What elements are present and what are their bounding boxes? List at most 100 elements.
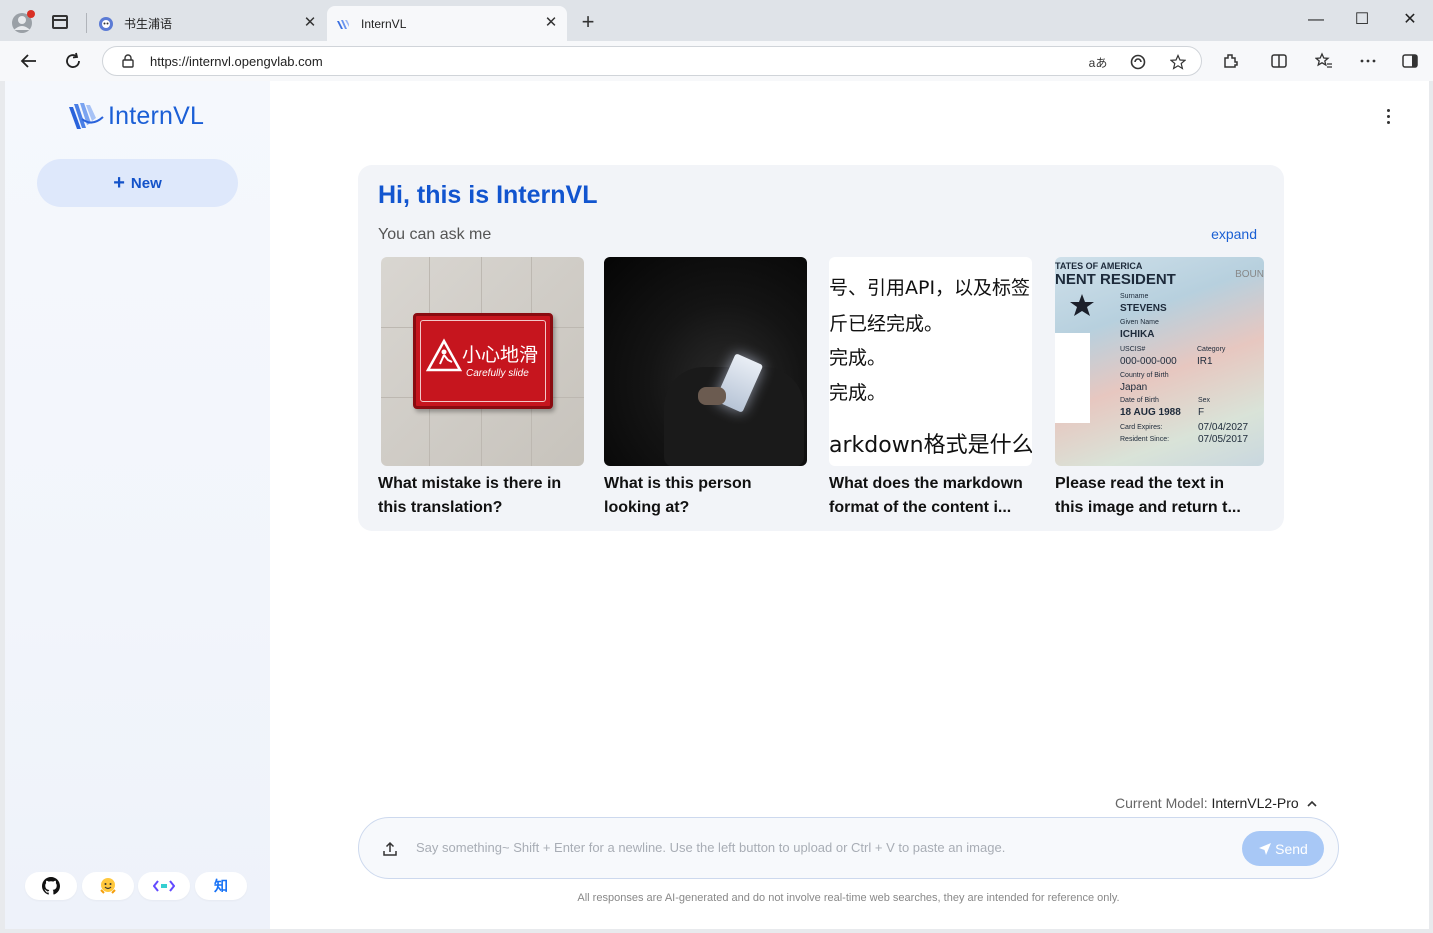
zhihu-icon: 知 xyxy=(214,878,228,894)
extensions-icon[interactable] xyxy=(1220,50,1242,72)
close-tab-icon[interactable]: ✕ xyxy=(543,15,559,31)
modelscope-icon xyxy=(153,880,175,892)
address-bar[interactable]: https://internvl.opengvlab.com aあ xyxy=(102,46,1202,76)
card-question-line: this image and return t... xyxy=(1055,499,1241,516)
card-question-line: looking at? xyxy=(604,499,690,516)
image-text-line: 完成。 xyxy=(829,347,887,369)
model-value[interactable]: InternVL2-Pro xyxy=(1211,795,1298,811)
card-text: Card Expires: xyxy=(1120,424,1163,431)
url-text[interactable]: https://internvl.opengvlab.com xyxy=(150,54,323,69)
sidebar-toggle-icon[interactable] xyxy=(1399,50,1421,72)
model-label: Current Model: xyxy=(1115,795,1208,811)
card-question-line: What is this person xyxy=(604,475,752,492)
card-question-line: Please read the text in xyxy=(1055,475,1224,492)
sign-chinese-text: 小心地滑 xyxy=(462,344,539,366)
internvl-logo-icon xyxy=(69,103,104,129)
chevron-up-icon[interactable] xyxy=(1306,800,1317,808)
suggestion-card-person[interactable]: What is this person looking at? xyxy=(604,257,814,520)
more-options-icon[interactable] xyxy=(1386,109,1392,125)
split-screen-icon[interactable] xyxy=(1268,50,1290,72)
tab-separator xyxy=(86,13,87,33)
card-question: What does the markdown format of the con… xyxy=(829,472,1039,520)
card-text: TATES OF AMERICA xyxy=(1055,261,1143,271)
tab-internvl[interactable]: InternVL ✕ xyxy=(327,6,567,41)
new-button-label: New xyxy=(130,174,162,192)
image-text-line: 号、引用API，以及标签 xyxy=(829,277,1031,299)
card-text: Category xyxy=(1197,346,1226,353)
suggestion-card-markdown[interactable]: 号、引用API，以及标签 斤已经完成。 完成。 完成。 arkdown格式是什么… xyxy=(829,257,1039,520)
image-text-line: 完成。 xyxy=(829,382,887,404)
card-question-line: What mistake is there in xyxy=(378,475,562,492)
person-phone-image xyxy=(604,257,807,466)
maximize-icon[interactable]: ☐ xyxy=(1352,10,1372,30)
github-link[interactable] xyxy=(25,872,77,900)
favorites-icon[interactable] xyxy=(1313,50,1335,72)
internvl-logo[interactable]: InternVL xyxy=(68,99,204,133)
star-icon xyxy=(1070,294,1094,316)
card-text: BOUN xyxy=(1235,269,1264,280)
expand-link[interactable]: expand xyxy=(1211,226,1257,242)
send-icon xyxy=(1259,842,1272,855)
card-text: Resident Since: xyxy=(1120,436,1170,443)
chat-input-box[interactable]: Say something~ Shift + Enter for a newli… xyxy=(358,817,1339,879)
more-menu-icon[interactable] xyxy=(1357,50,1379,72)
huggingface-icon xyxy=(100,878,116,894)
new-tab-icon[interactable]: + xyxy=(578,11,598,33)
browser-toolbar: https://internvl.opengvlab.com aあ xyxy=(0,41,1433,81)
card-text: 07/04/2027 xyxy=(1198,422,1249,433)
suggestion-card-translation[interactable]: 小心地滑 Carefully slide What mistake is the… xyxy=(378,257,588,520)
card-text: Japan xyxy=(1120,382,1148,393)
model-selector[interactable]: Current Model: InternVL2-Pro xyxy=(1115,795,1317,811)
card-question-line: format of the content i... xyxy=(829,499,1012,516)
zhihu-link[interactable]: 知 xyxy=(195,872,247,900)
card-text: Country of Birth xyxy=(1120,372,1169,379)
modelscope-link[interactable] xyxy=(138,872,190,900)
new-chat-button[interactable]: + New xyxy=(37,159,238,207)
suggestion-card-green-card[interactable]: TATES OF AMERICA NENT RESIDENT BOUN Surn… xyxy=(1055,257,1265,520)
back-icon[interactable] xyxy=(18,50,40,72)
edge-refresh-icon[interactable] xyxy=(1128,52,1148,72)
read-aloud-icon[interactable]: aあ xyxy=(1088,52,1108,72)
card-text: Sex xyxy=(1198,397,1211,404)
card-question: Please read the text in this image and r… xyxy=(1055,472,1265,520)
greeting-title: Hi, this is InternVL xyxy=(378,181,598,209)
send-button[interactable]: Send xyxy=(1242,831,1324,866)
sign-english-text: Carefully slide xyxy=(466,368,529,379)
close-window-icon[interactable]: ✕ xyxy=(1400,10,1420,30)
huggingface-link[interactable] xyxy=(82,872,134,900)
tab-title: 书生浦语 xyxy=(124,17,173,31)
green-card-image: TATES OF AMERICA NENT RESIDENT BOUN Surn… xyxy=(1055,257,1264,466)
card-question: What is this person looking at? xyxy=(604,472,814,520)
card-text: Date of Birth xyxy=(1120,397,1159,404)
card-question-line: this translation? xyxy=(378,499,503,516)
refresh-icon[interactable] xyxy=(62,50,84,72)
ai-disclaimer: All responses are AI-generated and do no… xyxy=(577,892,1120,904)
profile-avatar-icon[interactable] xyxy=(10,9,36,35)
send-label: Send xyxy=(1275,840,1308,857)
card-text: 07/05/2017 xyxy=(1198,434,1249,445)
lock-icon[interactable] xyxy=(121,54,135,68)
welcome-panel: Hi, this is InternVL You can ask me expa… xyxy=(358,165,1284,531)
card-question: What mistake is there in this translatio… xyxy=(378,472,588,520)
image-text-line: 斤已经完成。 xyxy=(829,313,944,335)
tab-title: InternVL xyxy=(361,16,407,31)
chat-input-placeholder[interactable]: Say something~ Shift + Enter for a newli… xyxy=(416,840,1005,855)
upload-icon[interactable] xyxy=(378,837,402,861)
logo-text: InternVL xyxy=(108,101,205,130)
favorite-star-icon[interactable] xyxy=(1168,52,1188,72)
card-text: F xyxy=(1198,407,1205,418)
card-text: 18 AUG 1988 xyxy=(1120,407,1181,418)
card-question-line: What does the markdown xyxy=(829,475,1023,492)
close-tab-icon[interactable]: ✕ xyxy=(302,15,318,31)
card-text: Given Name xyxy=(1120,319,1159,326)
card-text: 000-000-000 xyxy=(1120,356,1177,367)
internvl-favicon-icon xyxy=(335,16,351,32)
page-viewport: InternVL + New 知 Hi, this is InternVL Yo… xyxy=(5,81,1429,929)
card-text: NENT RESIDENT xyxy=(1055,271,1176,288)
tab-actions-icon[interactable] xyxy=(52,15,68,29)
plus-icon: + xyxy=(113,172,125,194)
minimize-icon[interactable]: — xyxy=(1306,10,1326,30)
shusheng-favicon-icon xyxy=(98,16,114,32)
card-text: IR1 xyxy=(1197,356,1213,367)
tab-shusheng[interactable]: 书生浦语 ✕ xyxy=(90,6,326,41)
